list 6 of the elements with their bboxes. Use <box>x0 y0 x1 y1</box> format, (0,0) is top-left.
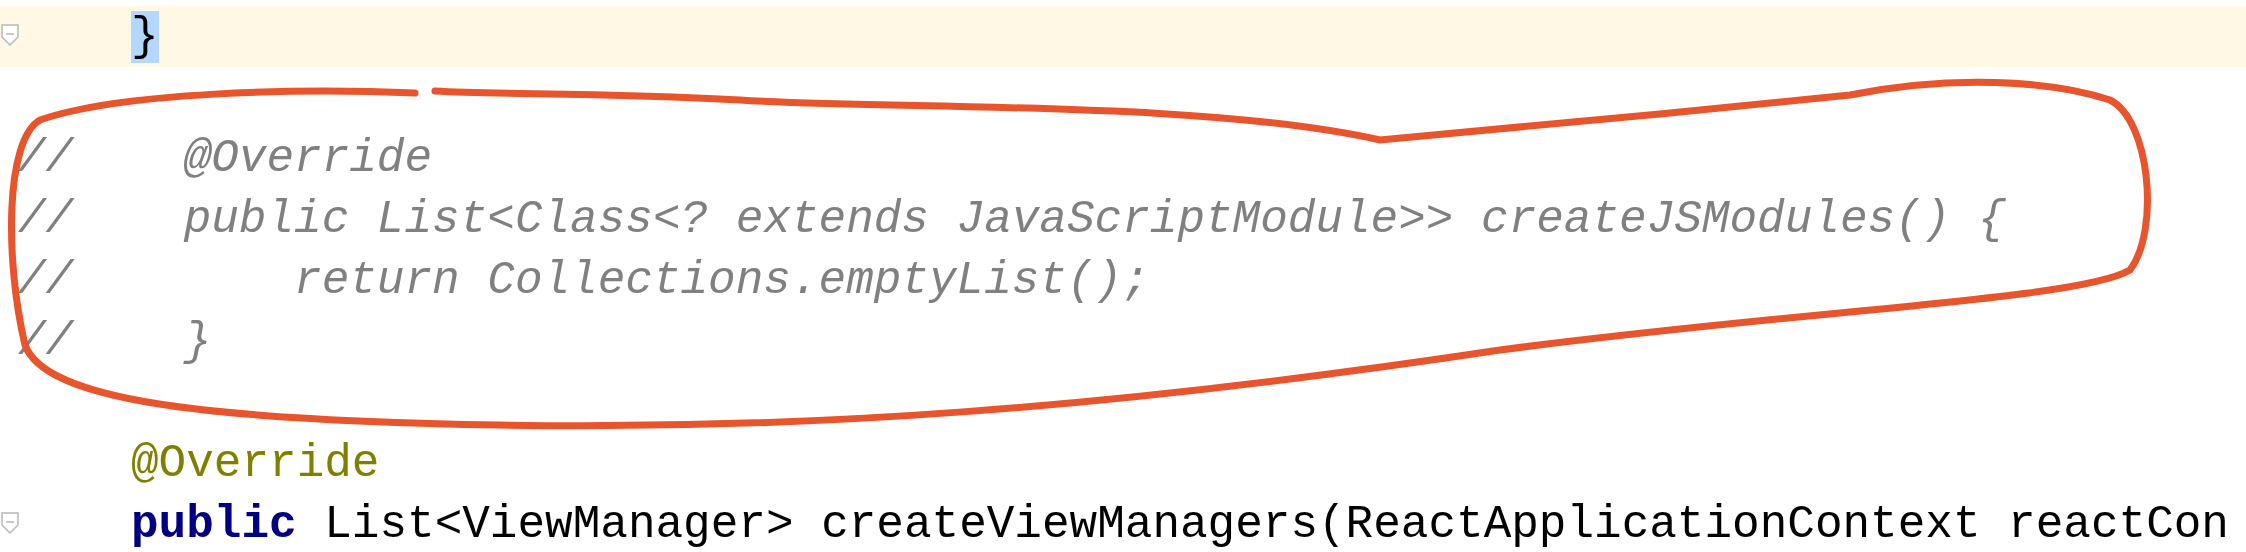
comment-line: // return Collections.emptyList(); <box>18 253 1150 309</box>
fold-icon[interactable] <box>1 512 19 534</box>
code-line: public List<ViewManager> createViewManagers(ReactApplicationContext reactCon <box>131 497 2229 552</box>
code-line: @Override <box>131 436 380 492</box>
fold-icon[interactable] <box>1 24 19 46</box>
comment-line: // public List<Class<? extends JavaScriptModule>> createJSModules() { <box>18 192 2006 248</box>
